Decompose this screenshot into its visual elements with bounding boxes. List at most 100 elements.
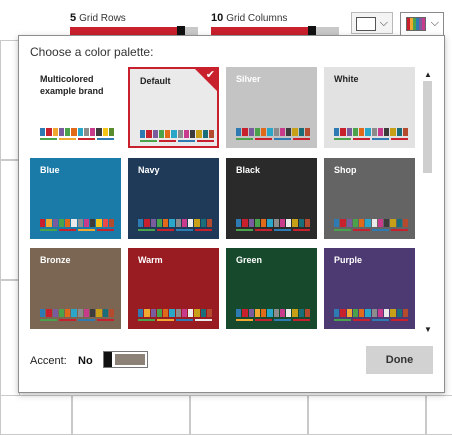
palette-lines <box>40 138 114 140</box>
palette-tile[interactable]: Bronze <box>30 248 121 329</box>
palette-tile[interactable]: Green <box>226 248 317 329</box>
color-swatch <box>365 309 371 317</box>
chevron-down-icon: ⌵ <box>379 17 388 29</box>
color-swatch <box>267 309 273 317</box>
color-swatch <box>371 309 377 317</box>
color-swatch <box>396 128 402 136</box>
color-swatch <box>390 219 396 227</box>
background-color-button[interactable]: ⌵ <box>351 12 393 34</box>
color-swatch <box>402 309 408 317</box>
palette-tile[interactable]: Navy <box>128 158 219 239</box>
grid-cell <box>0 40 20 160</box>
color-line <box>159 140 176 142</box>
color-line <box>78 229 95 231</box>
color-swatch <box>200 219 206 227</box>
scroll-down-icon[interactable]: ▼ <box>424 325 432 334</box>
palette-tile[interactable]: Purple <box>324 248 415 329</box>
color-line <box>157 229 174 231</box>
palette-tile[interactable]: Blue <box>30 158 121 239</box>
grid-columns-slider-fill <box>211 27 313 35</box>
palette-name: Navy <box>138 165 160 175</box>
palette-name: Green <box>236 255 263 265</box>
color-swatch <box>340 219 346 227</box>
color-swatch <box>261 309 267 317</box>
color-swatch <box>169 309 175 317</box>
color-line <box>372 319 389 321</box>
color-swatch <box>346 219 352 227</box>
color-line <box>195 229 212 231</box>
accent-toggle[interactable] <box>103 351 148 368</box>
done-button[interactable]: Done <box>366 346 433 374</box>
color-swatch <box>71 219 77 227</box>
color-swatch <box>334 309 340 317</box>
color-swatch <box>138 219 144 227</box>
palette-tile[interactable]: Default ✔ <box>128 67 219 148</box>
color-swatch <box>140 130 146 138</box>
color-swatch <box>169 219 175 227</box>
palette-swatches <box>334 309 408 317</box>
color-swatch <box>96 309 102 317</box>
color-swatch <box>261 219 267 227</box>
grid-columns-slider[interactable] <box>211 26 339 36</box>
palette-lines <box>334 138 408 140</box>
color-swatch <box>71 309 77 317</box>
accent-toggle-knob <box>104 352 112 367</box>
color-swatch <box>334 219 340 227</box>
color-swatch <box>144 309 150 317</box>
color-line <box>274 319 291 321</box>
grid-columns-text: Grid Columns <box>226 13 288 24</box>
color-swatch <box>352 309 358 317</box>
color-swatch <box>242 219 248 227</box>
color-swatch <box>83 219 89 227</box>
palette-tile[interactable]: Warm <box>128 248 219 329</box>
color-swatch <box>279 219 285 227</box>
color-swatch <box>90 219 96 227</box>
palette-tile[interactable]: Silver <box>226 67 317 148</box>
color-line <box>391 319 408 321</box>
grid-rows-slider[interactable] <box>70 26 198 36</box>
color-swatch <box>359 309 365 317</box>
color-swatch <box>65 128 71 136</box>
color-swatch <box>194 219 200 227</box>
chevron-down-icon: ⌵ <box>430 17 439 29</box>
color-line <box>353 138 370 140</box>
color-swatch <box>163 309 169 317</box>
color-swatch <box>384 219 390 227</box>
color-palette-button[interactable]: ⌵ <box>400 12 444 36</box>
color-line <box>59 229 76 231</box>
color-line <box>140 140 157 142</box>
palette-lines <box>334 229 408 231</box>
color-line <box>293 138 310 140</box>
color-line <box>334 319 351 321</box>
scroll-up-icon[interactable]: ▲ <box>424 70 432 79</box>
color-swatch <box>352 128 358 136</box>
palette-tile[interactable]: Black <box>226 158 317 239</box>
color-line <box>59 319 76 321</box>
color-swatch <box>273 128 279 136</box>
color-swatch <box>334 128 340 136</box>
color-swatch <box>359 128 365 136</box>
color-line <box>178 140 195 142</box>
color-line <box>176 229 193 231</box>
palette-lines <box>236 229 310 231</box>
palette-tile[interactable]: White <box>324 67 415 148</box>
popup-title: Choose a color palette: <box>30 45 154 59</box>
color-line <box>372 138 389 140</box>
color-line <box>40 229 57 231</box>
color-swatch <box>286 309 292 317</box>
rainbow-palette-icon <box>406 17 426 31</box>
grid-rows-slider-fill <box>70 27 182 35</box>
color-swatch <box>384 128 390 136</box>
palette-tile[interactable]: Shop <box>324 158 415 239</box>
grid-cell <box>0 395 72 435</box>
palette-name: White <box>334 74 359 84</box>
grid-cell <box>308 395 426 435</box>
color-swatch <box>40 309 46 317</box>
color-line <box>97 319 114 321</box>
scrollbar-thumb[interactable] <box>423 81 432 173</box>
palette-tile[interactable]: Multicolored example brand <box>30 67 121 148</box>
color-swatch <box>208 130 214 138</box>
color-swatch <box>188 309 194 317</box>
color-swatch <box>83 309 89 317</box>
color-swatch <box>58 219 64 227</box>
